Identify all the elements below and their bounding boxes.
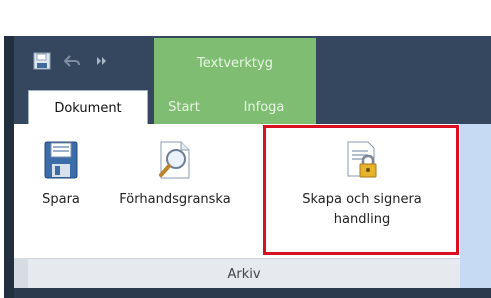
save-button-label: Spara	[42, 192, 80, 207]
tab-start[interactable]: Start	[160, 90, 208, 124]
magnifier-document-icon	[155, 140, 195, 184]
tab-infoga[interactable]: Infoga	[232, 90, 296, 124]
frame-left-edge	[4, 36, 14, 298]
bottom-strip	[14, 288, 491, 298]
quick-access-toolbar	[32, 50, 112, 72]
ribbon-side-panel-bottom	[460, 258, 491, 288]
top-background	[0, 0, 491, 36]
undo-arrow-icon[interactable]	[62, 51, 82, 71]
context-group-title: Textverktyg	[197, 56, 273, 71]
ribbon-bottom-left	[14, 258, 28, 288]
highlight-box	[263, 125, 459, 255]
save-button[interactable]: Spara	[28, 140, 94, 210]
tab-dokument[interactable]: Dokument	[28, 90, 148, 125]
floppy-save-icon	[43, 140, 79, 184]
group-label-arkiv: Arkiv	[28, 258, 460, 289]
double-chevron-icon[interactable]	[92, 51, 112, 71]
floppy-save-icon[interactable]	[32, 51, 52, 71]
ribbon-side-panel	[460, 124, 491, 261]
preview-button[interactable]: Förhandsgranska	[92, 140, 258, 210]
preview-button-label: Förhandsgranska	[119, 192, 231, 207]
